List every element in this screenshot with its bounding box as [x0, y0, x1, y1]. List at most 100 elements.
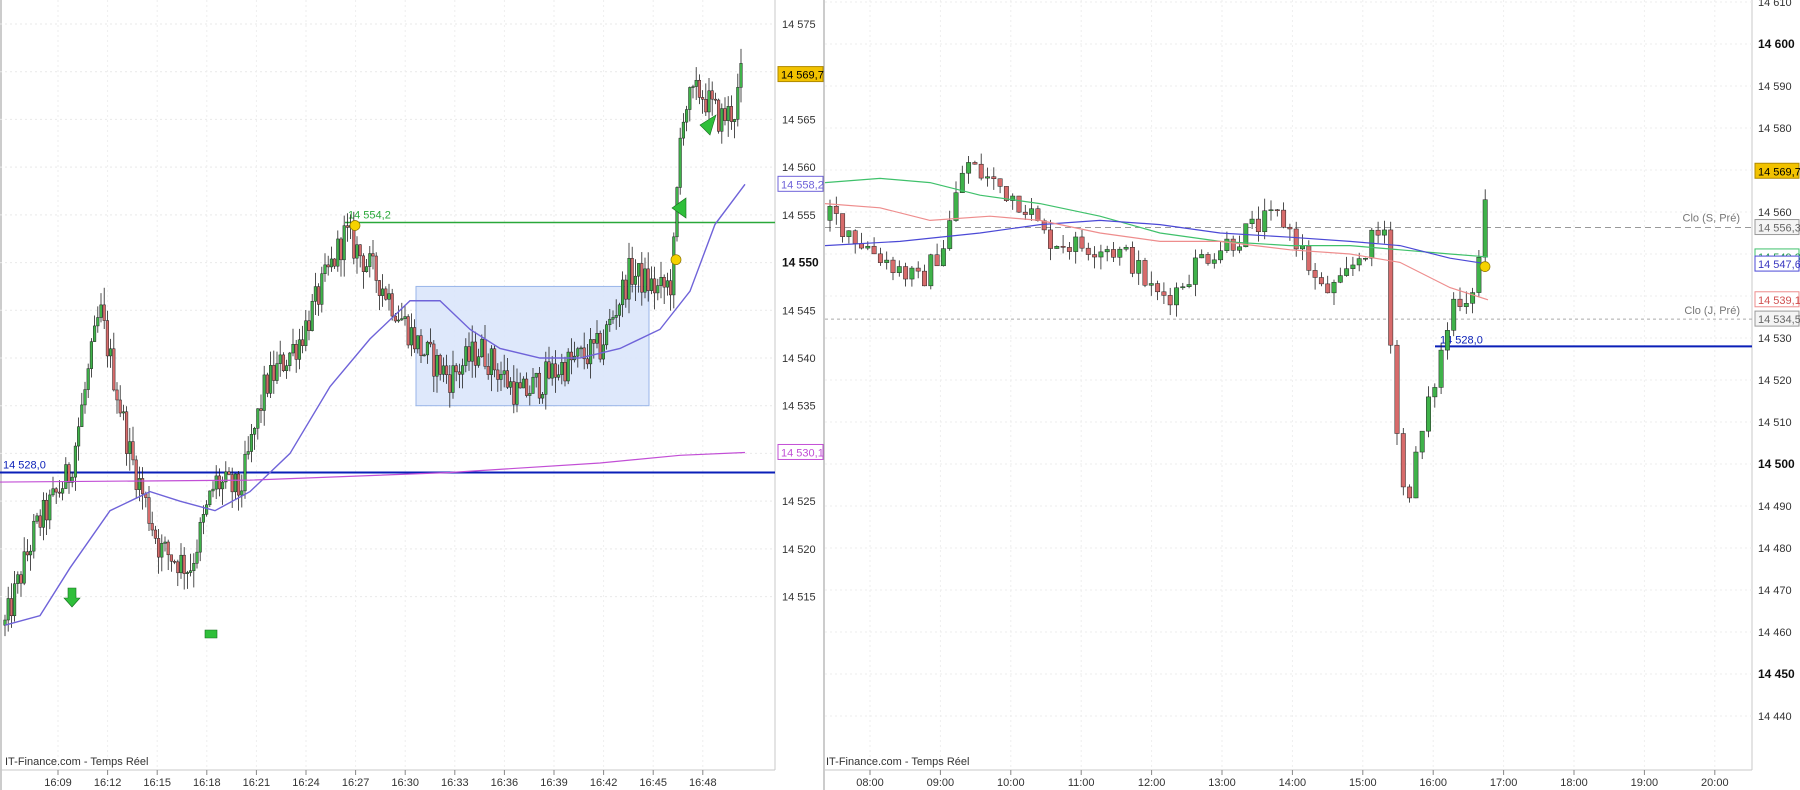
candle-body — [358, 244, 362, 257]
candle-body — [685, 109, 689, 123]
candle-body — [438, 354, 442, 375]
candle-body — [640, 263, 644, 293]
candle-body — [681, 121, 685, 139]
candle-body — [528, 393, 532, 396]
candle-body — [505, 370, 509, 388]
candle-body — [51, 488, 55, 496]
candle-body — [105, 320, 109, 357]
left-y-tick: 14 565 — [782, 114, 816, 126]
right-y-tick: 14 470 — [1758, 585, 1792, 597]
candle-body — [896, 266, 902, 273]
candle-body — [592, 339, 596, 344]
candle-body — [997, 178, 1003, 187]
candle-body — [1148, 283, 1154, 286]
candle-body — [1104, 249, 1110, 253]
candle-body — [563, 362, 567, 382]
candle-body — [621, 279, 625, 306]
candle-body — [253, 428, 257, 435]
candle-body — [445, 365, 449, 375]
alert-bell-icon — [670, 254, 682, 266]
candle-body — [301, 339, 305, 346]
candle-body — [553, 363, 557, 378]
candle-body — [237, 473, 241, 496]
background — [0, 0, 1800, 790]
candle-body — [1142, 260, 1148, 286]
candle-body — [884, 259, 890, 263]
candle-body — [1180, 286, 1186, 289]
candle-body — [1300, 245, 1305, 250]
right-x-tick: 12:00 — [1138, 777, 1166, 789]
candle-body — [1136, 260, 1142, 274]
left-x-tick: 16:33 — [441, 777, 469, 789]
candle-body — [80, 404, 84, 427]
candle-body — [35, 515, 39, 522]
candle-body — [1060, 246, 1066, 248]
candle-body — [915, 267, 921, 272]
right-y-tick: 14 530 — [1758, 333, 1792, 345]
candle-body — [470, 341, 474, 362]
candle-body — [390, 293, 394, 317]
candle-body — [125, 411, 129, 454]
candle-body — [595, 333, 599, 344]
candle-body — [121, 411, 125, 414]
candle-body — [1419, 430, 1425, 453]
candle-body — [157, 538, 161, 558]
candle-body — [41, 499, 45, 528]
candle-body — [278, 354, 282, 364]
candle-body — [598, 333, 602, 360]
candle-body — [13, 583, 17, 617]
candle-body — [1444, 330, 1450, 351]
candle-body — [189, 570, 193, 573]
candle-body — [1066, 247, 1072, 252]
left-ma-blue-badge: 14 558,2 — [781, 179, 824, 191]
candle-body — [566, 351, 570, 382]
candle-body — [496, 369, 500, 380]
left-x-tick: 16:24 — [292, 777, 320, 789]
candle-body — [480, 338, 484, 357]
candle-body — [198, 521, 202, 553]
candle-body — [966, 162, 972, 174]
candle-body — [262, 374, 266, 411]
candle-body — [710, 90, 714, 100]
candle-body — [643, 268, 647, 293]
right-watermark: IT-Finance.com - Temps Réel — [826, 756, 969, 768]
candle-body — [275, 363, 279, 381]
candle-body — [307, 320, 311, 331]
candle-body — [656, 285, 660, 294]
candle-body — [1438, 349, 1444, 388]
candle-body — [1375, 229, 1381, 236]
candle-body — [336, 238, 340, 267]
candle-body — [272, 365, 276, 381]
right-y-tick: 14 600 — [1758, 37, 1795, 51]
left-y-tick: 14 545 — [782, 305, 816, 317]
right-x-tick: 09:00 — [927, 777, 955, 789]
candle-body — [560, 362, 564, 376]
left-y-tick: 14 535 — [782, 401, 816, 413]
candle-body — [672, 236, 676, 296]
candle-body — [153, 529, 157, 539]
candle-body — [425, 341, 429, 356]
candle-body — [112, 348, 116, 391]
candle-body — [972, 162, 978, 165]
candle-body — [1463, 303, 1469, 307]
candle-body — [1123, 247, 1129, 250]
candle-body — [118, 399, 122, 414]
candle-body — [531, 376, 535, 394]
candle-body — [160, 543, 164, 558]
candle-body — [701, 97, 705, 100]
right-x-tick: 13:00 — [1208, 777, 1236, 789]
candle-body — [400, 318, 404, 321]
candle-body — [448, 374, 452, 393]
candle-body — [890, 259, 896, 273]
candle-body — [185, 572, 189, 574]
candle-body — [339, 238, 343, 261]
candle-body — [662, 277, 666, 288]
candle-body — [576, 348, 580, 357]
candle-body — [1035, 208, 1041, 221]
candle-body — [617, 304, 621, 316]
candle-body — [86, 368, 90, 390]
candle-body — [249, 434, 253, 452]
left-x-tick: 16:39 — [540, 777, 568, 789]
candle-body — [176, 561, 180, 574]
candle-body — [646, 268, 650, 291]
